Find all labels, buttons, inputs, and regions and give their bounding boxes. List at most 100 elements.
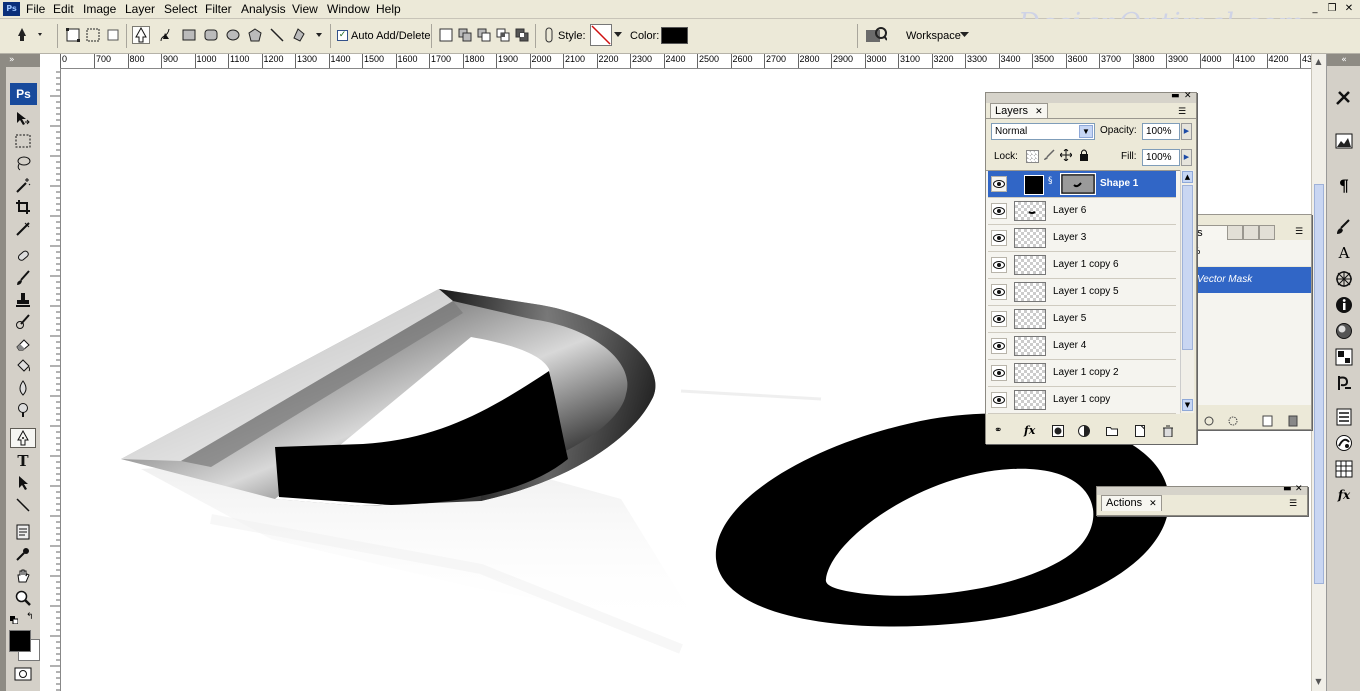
actions-tab[interactable]: Actions ✕ (1101, 495, 1162, 511)
menu-help[interactable]: Help (376, 2, 401, 16)
vector-mask-thumbnail[interactable] (1060, 173, 1096, 195)
lock-position-icon[interactable] (1059, 148, 1073, 162)
restore-button[interactable]: ❐ (1325, 2, 1339, 15)
visibility-eye-icon[interactable] (991, 284, 1007, 300)
layers-scroll-thumb[interactable] (1182, 185, 1193, 350)
close-button[interactable]: ✕ (1342, 2, 1356, 15)
foreground-color-swatch[interactable] (9, 630, 31, 652)
shape-layers-icon[interactable] (64, 26, 82, 44)
eraser-tool-icon[interactable] (10, 334, 36, 354)
path-selection-tool-icon[interactable] (10, 473, 36, 493)
layers-panel-menu-icon[interactable]: ☰ (1178, 107, 1192, 117)
scroll-up-arrow-icon[interactable]: ▲ (1313, 56, 1324, 68)
lock-all-icon[interactable] (1078, 149, 1090, 161)
navigator-tools-icon[interactable] (1332, 86, 1356, 108)
tool-preset-picker[interactable] (14, 26, 48, 44)
layer-row-layer-4[interactable]: Layer 4 (988, 333, 1176, 360)
visibility-eye-icon[interactable] (991, 311, 1007, 327)
layer-row-layer-1-copy-5[interactable]: Layer 1 copy 5 (988, 279, 1176, 306)
bridge-icon[interactable] (864, 24, 888, 46)
layer-thumbnail[interactable] (1014, 309, 1046, 329)
layer-comps-icon[interactable] (1332, 406, 1356, 428)
hand-tool-icon[interactable] (10, 566, 36, 586)
ellipse-shape-icon[interactable] (224, 26, 242, 44)
line-shape-icon[interactable] (268, 26, 286, 44)
slice-tool-icon[interactable] (10, 219, 36, 239)
mask-link-icon[interactable]: § (1048, 176, 1054, 190)
menu-layer[interactable]: Layer (125, 2, 155, 16)
layer-row-layer-6[interactable]: Layer 6 (988, 198, 1176, 225)
notes-tool-icon[interactable] (10, 522, 36, 542)
brush-tool-icon[interactable] (10, 268, 36, 288)
adjustment-layer-icon[interactable] (1078, 425, 1090, 440)
actions-close-icon[interactable]: ✕ (1295, 484, 1303, 494)
visibility-eye-icon[interactable] (991, 338, 1007, 354)
menu-file[interactable]: File (26, 2, 45, 16)
quick-mask-icon[interactable] (10, 664, 36, 684)
blend-mode-dropdown-icon[interactable]: ▼ (1079, 125, 1093, 138)
zoom-tool-icon[interactable] (10, 588, 36, 608)
menu-filter[interactable]: Filter (205, 2, 232, 16)
layer-row-layer-1-copy-6[interactable]: Layer 1 copy 6 (988, 252, 1176, 279)
path-combine-subtract-icon[interactable] (475, 26, 493, 44)
histogram-icon[interactable] (1332, 130, 1356, 152)
healing-brush-tool-icon[interactable] (10, 246, 36, 266)
layer-thumbnail[interactable] (1014, 282, 1046, 302)
layer-thumbnail[interactable] (1014, 228, 1046, 248)
navigator-icon[interactable] (1332, 268, 1356, 290)
visibility-eye-icon[interactable] (991, 365, 1007, 381)
path-combine-exclude-icon[interactable] (513, 26, 531, 44)
actions-minimize-icon[interactable]: ▬ (1283, 484, 1292, 494)
paths-panel-menu-icon[interactable]: ☰ (1295, 227, 1307, 237)
menu-analysis[interactable]: Analysis (241, 2, 286, 16)
vector-mask-row[interactable]: Vector Mask (1181, 267, 1311, 293)
visibility-eye-icon[interactable] (991, 176, 1007, 192)
pen-tool-option-icon[interactable] (132, 26, 150, 44)
paths-extra-tab-3[interactable] (1259, 225, 1275, 240)
layer-row-layer-1-copy[interactable]: Layer 1 copy (988, 387, 1176, 414)
menu-window[interactable]: Window (327, 2, 370, 16)
opacity-input[interactable]: 100% (1142, 123, 1180, 140)
blend-mode-select[interactable]: Normal ▼ (991, 123, 1095, 140)
minimize-button[interactable]: _ (1308, 2, 1322, 15)
paths-work-row[interactable]: % (1181, 240, 1311, 266)
path-combine-union-icon[interactable] (456, 26, 474, 44)
layer-thumbnail[interactable] (1014, 255, 1046, 275)
link-layers-icon[interactable]: ⚭ (994, 425, 1002, 436)
clone-stamp-tool-icon[interactable] (10, 290, 36, 310)
link-style-icon[interactable] (540, 26, 558, 44)
menu-select[interactable]: Select (164, 2, 197, 16)
fill-input[interactable]: 100% (1142, 149, 1180, 166)
visibility-eye-icon[interactable] (991, 203, 1007, 219)
actions-tab-close-icon[interactable]: ✕ (1149, 498, 1157, 508)
marquee-tool-icon[interactable] (10, 131, 36, 151)
tools-collapse-icon[interactable]: » (6, 54, 40, 67)
paths-extra-tab-2[interactable] (1243, 225, 1259, 240)
scroll-down-arrow-icon[interactable]: ▼ (1313, 676, 1324, 688)
new-layer-icon[interactable] (1134, 425, 1146, 440)
dodge-tool-icon[interactable] (10, 400, 36, 420)
custom-shape-icon[interactable] (290, 26, 326, 44)
crop-tool-icon[interactable] (10, 197, 36, 217)
layers-tab-close-icon[interactable]: ✕ (1035, 106, 1043, 116)
lock-image-icon[interactable] (1043, 149, 1055, 161)
info-icon[interactable] (1332, 294, 1356, 316)
paths-extra-tab-1[interactable] (1227, 225, 1243, 240)
opacity-slider-arrow-icon[interactable]: ▶ (1181, 123, 1192, 140)
shape-fill-thumbnail[interactable] (1024, 175, 1044, 195)
layers-scrollbar[interactable]: ▲ ▼ (1180, 170, 1194, 413)
fill-pixels-icon[interactable] (104, 26, 122, 44)
pen-tool-icon[interactable] (10, 428, 36, 448)
menu-view[interactable]: View (292, 2, 318, 16)
menu-edit[interactable]: Edit (53, 2, 74, 16)
dock-collapse-icon[interactable]: « (1327, 54, 1360, 66)
color-icon[interactable] (1332, 320, 1356, 342)
brushes-icon[interactable] (1332, 216, 1356, 238)
default-colors-icon[interactable] (10, 614, 19, 625)
tool-presets-icon[interactable] (1332, 458, 1356, 480)
layers-scroll-up-icon[interactable]: ▲ (1182, 171, 1193, 183)
paragraph-icon[interactable]: ¶ (1332, 174, 1356, 196)
layers-scroll-down-icon[interactable]: ▼ (1182, 399, 1193, 411)
polygon-shape-icon[interactable] (246, 26, 264, 44)
layer-thumbnail[interactable] (1014, 390, 1046, 410)
